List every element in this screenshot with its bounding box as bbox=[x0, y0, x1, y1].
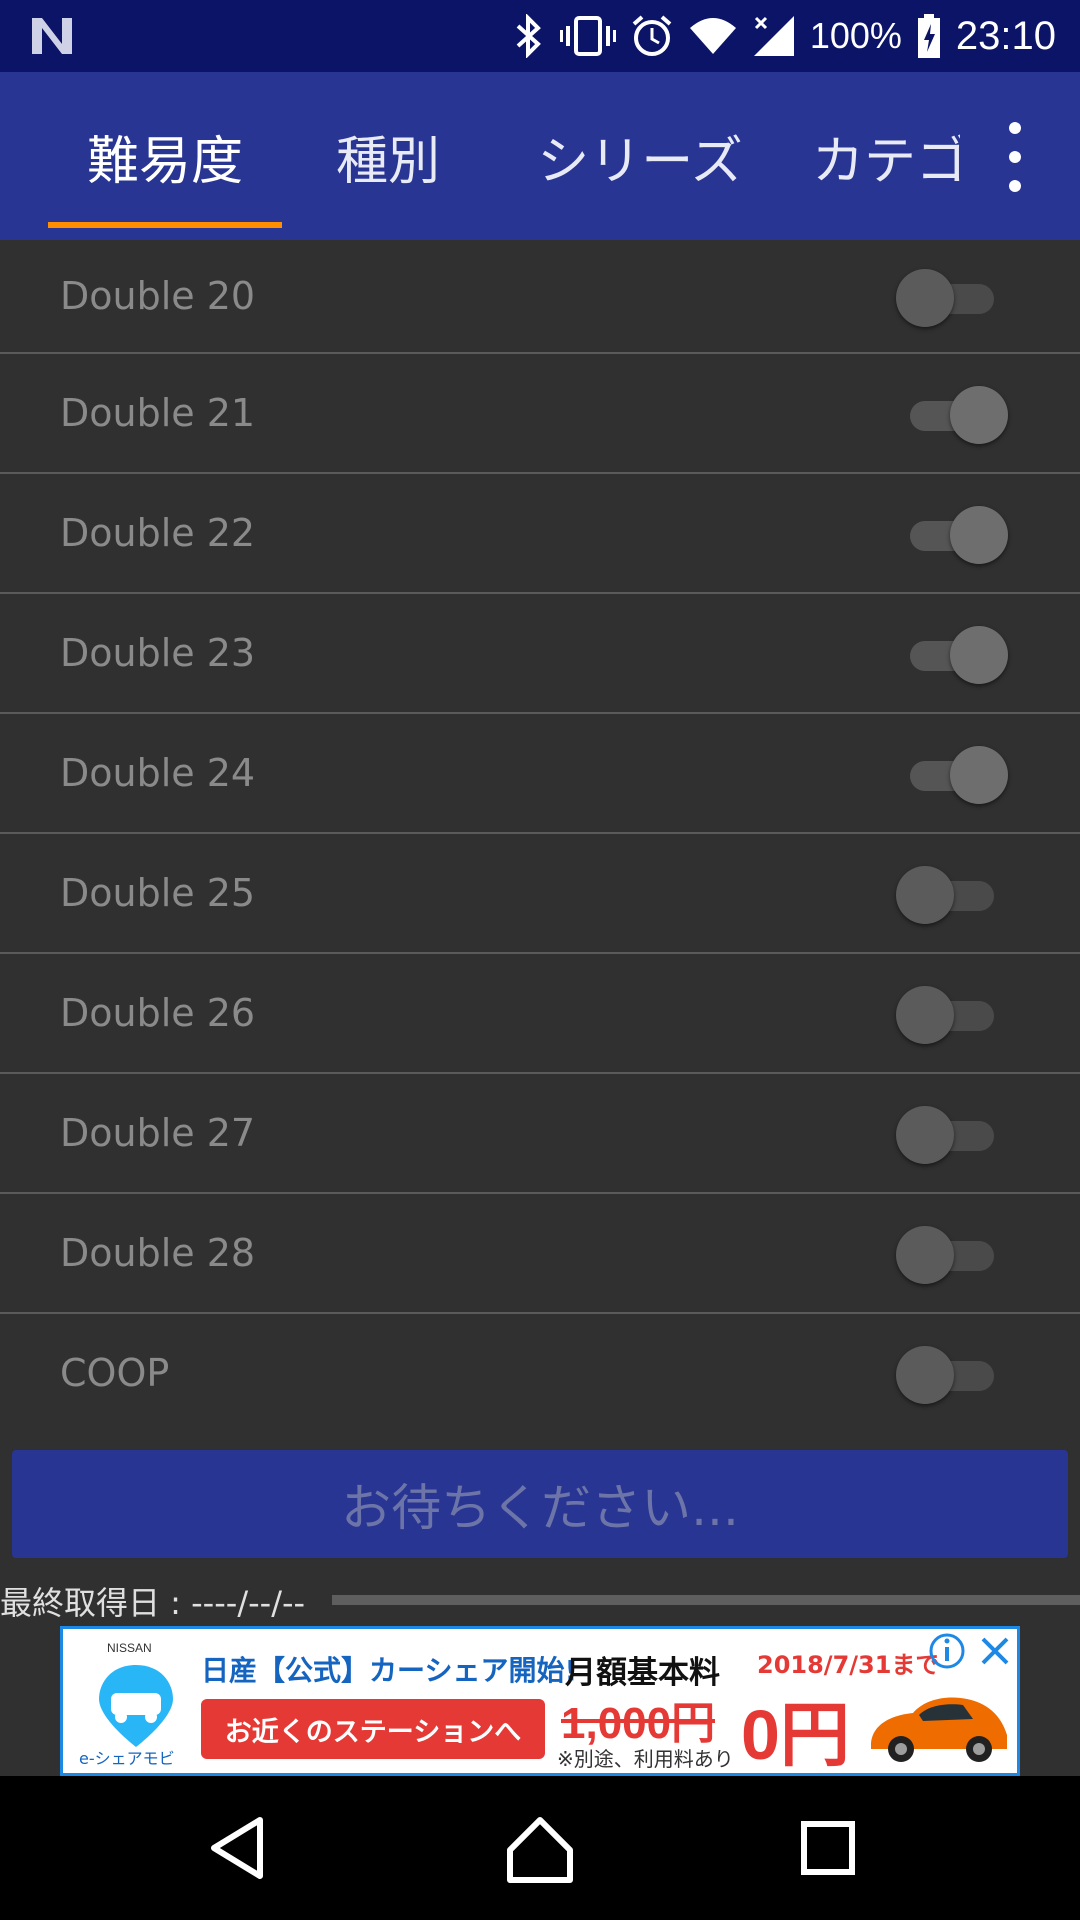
tab-category[interactable]: カテゴ bbox=[812, 72, 972, 240]
ad-close-icon[interactable] bbox=[973, 1629, 1017, 1673]
battery-percent: 100% bbox=[809, 15, 902, 56]
toggle-switch[interactable] bbox=[896, 1223, 1008, 1284]
list-item-label: Double 25 bbox=[60, 871, 256, 915]
clock: 23:10 bbox=[955, 13, 1056, 58]
car-image bbox=[871, 1697, 1007, 1762]
list-item-label: Double 24 bbox=[60, 751, 256, 795]
tab-type[interactable]: 種別 bbox=[290, 72, 486, 240]
toggle-switch[interactable] bbox=[896, 266, 1008, 327]
ad-banner[interactable]: NISSAN e-シェアモビ 日産【公式】カーシェア開始! 月額基本料 2018… bbox=[60, 1626, 1020, 1776]
bluetooth-icon bbox=[516, 14, 541, 58]
list-item: Double 28 bbox=[0, 1194, 1080, 1314]
signal-icon bbox=[753, 16, 794, 56]
tab-difficulty[interactable]: 難易度 bbox=[48, 72, 282, 240]
fetch-progress-bar bbox=[332, 1595, 1080, 1605]
ad-brand: e-シェアモビ bbox=[79, 1749, 175, 1768]
tab-bar: 難易度 種別 シリーズ カテゴ bbox=[0, 72, 1080, 240]
toggle-switch[interactable] bbox=[896, 743, 1008, 804]
last-fetch-date: 最終取得日 : ----/--/-- bbox=[0, 1584, 306, 1622]
ad-new-price: 0円 bbox=[741, 1696, 850, 1774]
notification-n-icon bbox=[28, 14, 76, 58]
toggle-switch[interactable] bbox=[896, 983, 1008, 1044]
wait-button[interactable]: お待ちください... bbox=[12, 1450, 1068, 1558]
tab-label: シリーズ bbox=[537, 131, 743, 192]
list-item: COOP bbox=[0, 1314, 1080, 1432]
ad-info-icon[interactable] bbox=[925, 1629, 969, 1673]
battery-charging-icon bbox=[917, 14, 940, 58]
list-item: Double 21 bbox=[0, 354, 1080, 474]
tab-label: カテゴ bbox=[812, 131, 969, 192]
tab-label: 種別 bbox=[335, 131, 440, 192]
status-icons: 100% 23:10 bbox=[512, 0, 1056, 72]
tab-label: 難易度 bbox=[86, 131, 243, 192]
ad-small-logo: NISSAN bbox=[107, 1641, 152, 1655]
home-icon[interactable] bbox=[498, 1806, 582, 1890]
toggle-switch[interactable] bbox=[896, 863, 1008, 924]
toggle-switch[interactable] bbox=[896, 503, 1008, 564]
list-item-label: Double 23 bbox=[60, 631, 256, 675]
navigation-bar bbox=[0, 1776, 1080, 1920]
toggle-switch[interactable] bbox=[896, 623, 1008, 684]
toggle-switch[interactable] bbox=[896, 1103, 1008, 1164]
list-item: Double 20 bbox=[0, 240, 1080, 354]
list-item-label: Double 27 bbox=[60, 1111, 256, 1155]
list-item: Double 27 bbox=[0, 1074, 1080, 1194]
more-vertical-icon[interactable] bbox=[990, 122, 1040, 192]
list-item-label: COOP bbox=[60, 1351, 170, 1395]
ad-deadline: 2018/7/31まで bbox=[757, 1651, 940, 1679]
wait-button-label: お待ちください... bbox=[341, 1479, 739, 1537]
list-item-label: Double 21 bbox=[60, 391, 256, 435]
list-item: Double 25 bbox=[0, 834, 1080, 954]
list-item-label: Double 26 bbox=[60, 991, 256, 1035]
back-icon[interactable] bbox=[198, 1806, 282, 1890]
list-item: Double 24 bbox=[0, 714, 1080, 834]
wifi-icon bbox=[689, 18, 736, 54]
ad-cta-button[interactable]: お近くのステーションへ bbox=[201, 1699, 545, 1759]
list-item-label: Double 20 bbox=[60, 274, 256, 318]
tab-indicator bbox=[48, 222, 282, 228]
ad-headline: 日産【公式】カーシェア開始! bbox=[201, 1654, 578, 1687]
list-item-label: Double 22 bbox=[60, 511, 256, 555]
list-item: Double 23 bbox=[0, 594, 1080, 714]
ad-old-price: 1,000円 bbox=[561, 1687, 716, 1751]
difficulty-list: Double 20 Double 21 Double 22 Double 23 … bbox=[0, 240, 1080, 1432]
recents-icon[interactable] bbox=[786, 1806, 870, 1890]
vibrate-icon bbox=[559, 16, 616, 56]
ad-note: ※別途、利用料あり bbox=[557, 1747, 734, 1771]
list-item-label: Double 28 bbox=[60, 1231, 256, 1275]
list-item: Double 26 bbox=[0, 954, 1080, 1074]
status-bar: 100% 23:10 bbox=[0, 0, 1080, 72]
list-item: Double 22 bbox=[0, 474, 1080, 594]
toggle-switch[interactable] bbox=[896, 383, 1008, 444]
ad-price-label: 月額基本料 bbox=[565, 1655, 720, 1691]
tab-series[interactable]: シリーズ bbox=[500, 72, 780, 240]
toggle-switch[interactable] bbox=[896, 1343, 1008, 1404]
car-location-icon bbox=[99, 1665, 173, 1747]
alarm-icon bbox=[632, 15, 672, 56]
